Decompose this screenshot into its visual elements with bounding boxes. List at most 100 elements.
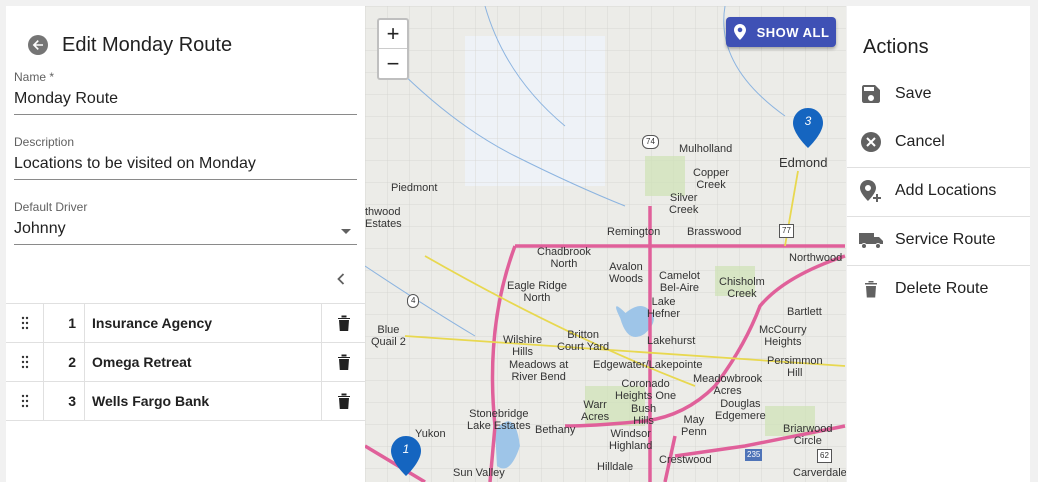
map-place-label: May Penn bbox=[681, 414, 707, 438]
show-all-button[interactable]: SHOW ALL bbox=[726, 17, 836, 47]
pin-label: 1 bbox=[402, 442, 410, 456]
map-place-label: Avalon Woods bbox=[609, 261, 644, 285]
map-place-label: Persimmon Hill bbox=[767, 355, 823, 379]
drag-handle-icon[interactable] bbox=[6, 382, 44, 420]
chevron-left-icon[interactable] bbox=[332, 270, 350, 288]
stop-number: 2 bbox=[44, 343, 85, 381]
route-pin[interactable]: 3 bbox=[793, 108, 823, 148]
zoom-out-button[interactable]: − bbox=[379, 49, 407, 78]
map-place-label: Lakehurst bbox=[647, 335, 696, 347]
map-place-label: Warr Acres bbox=[581, 399, 610, 423]
name-field[interactable]: Name * Monday Route bbox=[14, 70, 357, 115]
pin-label: 3 bbox=[804, 114, 812, 128]
dropdown-caret-icon[interactable] bbox=[341, 229, 351, 234]
actions-panel: Actions Save Cancel Add Locations Servic… bbox=[847, 6, 1030, 482]
map-place-label: Blue Quail 2 bbox=[371, 324, 406, 348]
route-map[interactable]: Piedmont thwood Estates Mulholland Copper… bbox=[365, 6, 846, 482]
delete-route-label: Delete Route bbox=[895, 280, 989, 297]
table-row[interactable]: 1 Insurance Agency bbox=[6, 304, 365, 343]
route-pin[interactable]: 1 bbox=[391, 436, 421, 476]
map-place-label: Crestwood bbox=[659, 454, 712, 466]
service-route-button[interactable]: Service Route bbox=[847, 216, 1030, 264]
default-driver-value[interactable]: Johnny bbox=[14, 220, 357, 244]
truck-icon bbox=[847, 231, 895, 249]
map-place-label: Douglas Edgemere bbox=[715, 398, 766, 422]
map-place-label: Chadbrook North bbox=[537, 246, 591, 270]
map-place-label: McCourry Heights bbox=[759, 324, 807, 348]
map-place-label: Meadowbrook Acres bbox=[693, 373, 763, 397]
table-row[interactable]: 2 Omega Retreat bbox=[6, 343, 365, 382]
map-place-label: Chisholm Creek bbox=[719, 276, 765, 300]
stop-name: Insurance Agency bbox=[85, 304, 322, 342]
map-place-label: Bartlett bbox=[787, 306, 822, 318]
highway-shield: 235 bbox=[745, 449, 763, 461]
map-place-label: Remington bbox=[607, 226, 661, 238]
zoom-control: + − bbox=[377, 18, 409, 80]
cancel-label: Cancel bbox=[895, 133, 945, 150]
trash-icon[interactable] bbox=[322, 382, 365, 420]
page-title: Edit Monday Route bbox=[62, 33, 233, 56]
stop-number: 3 bbox=[44, 382, 85, 420]
back-arrow-icon[interactable] bbox=[28, 35, 48, 55]
add-location-icon bbox=[847, 180, 895, 202]
map-place-label: Lake Hefner bbox=[647, 296, 681, 320]
map-place-label: Meadows at River Bend bbox=[509, 359, 569, 383]
save-icon bbox=[847, 85, 895, 103]
map-place-label: thwood Estates bbox=[365, 206, 402, 230]
map-place-label: Coronado Heights One bbox=[615, 378, 677, 402]
map-place-label: Northwood bbox=[789, 252, 843, 264]
route-stops-list: 1 Insurance Agency 2 Omega Retreat 3 Wel… bbox=[6, 303, 365, 421]
map-place-label: Stonebridge Lake Estates bbox=[467, 408, 531, 432]
delete-route-button[interactable]: Delete Route bbox=[847, 265, 1030, 313]
drag-handle-icon[interactable] bbox=[6, 343, 44, 381]
map-place-label: Briarwood Circle bbox=[783, 423, 833, 447]
route-editor-panel: Edit Monday Route Name * Monday Route De… bbox=[6, 6, 365, 482]
trash-icon[interactable] bbox=[322, 343, 365, 381]
save-button[interactable]: Save bbox=[847, 70, 1030, 118]
name-input[interactable]: Monday Route bbox=[14, 90, 357, 114]
stop-number: 1 bbox=[44, 304, 85, 342]
table-row[interactable]: 3 Wells Fargo Bank bbox=[6, 382, 365, 421]
highway-shield: 74 bbox=[642, 135, 659, 149]
cancel-button[interactable]: Cancel bbox=[847, 118, 1030, 166]
map-place-label: Brasswood bbox=[687, 226, 742, 238]
map-place-label: Wilshire Hills bbox=[503, 334, 543, 358]
description-input[interactable]: Locations to be visited on Monday bbox=[14, 155, 357, 179]
description-field[interactable]: Description Locations to be visited on M… bbox=[14, 135, 357, 180]
trash-icon bbox=[847, 280, 895, 298]
map-marker-icon bbox=[733, 24, 746, 40]
add-locations-label: Add Locations bbox=[895, 182, 997, 199]
name-label: Name * bbox=[14, 70, 55, 84]
zoom-in-button[interactable]: + bbox=[379, 20, 407, 49]
map-place-label: Edmond bbox=[779, 155, 828, 170]
map-place-label: Bush Hills bbox=[631, 403, 657, 427]
map-place-label: Eagle Ridge North bbox=[507, 280, 567, 304]
map-place-label: Camelot Bel-Aire bbox=[659, 270, 700, 294]
cancel-icon bbox=[847, 132, 895, 152]
trash-icon[interactable] bbox=[322, 304, 365, 342]
highway-shield: 77 bbox=[779, 224, 794, 238]
map-place-label: Piedmont bbox=[391, 182, 438, 194]
map-place-label: Windsor Highland bbox=[609, 428, 653, 452]
stop-name: Wells Fargo Bank bbox=[85, 382, 322, 420]
map-place-label: Hilldale bbox=[597, 461, 634, 473]
highway-shield: 62 bbox=[817, 449, 832, 463]
editor-header: Edit Monday Route bbox=[28, 32, 232, 58]
add-locations-button[interactable]: Add Locations bbox=[847, 167, 1030, 215]
actions-title: Actions bbox=[863, 36, 929, 58]
stop-name: Omega Retreat bbox=[85, 343, 322, 381]
map-place-label: Edgewater/Lakepointe bbox=[593, 359, 703, 371]
map-place-label: Mulholland bbox=[679, 143, 733, 155]
default-driver-label: Default Driver bbox=[14, 200, 88, 214]
show-all-label: SHOW ALL bbox=[756, 24, 830, 40]
map-place-label: Britton Court Yard bbox=[557, 329, 610, 353]
map-place-label: Carverdale bbox=[793, 467, 846, 479]
description-label: Description bbox=[14, 135, 75, 149]
service-route-label: Service Route bbox=[895, 231, 996, 248]
map-place-label: Bethany bbox=[535, 424, 576, 436]
map-place-label: Silver Creek bbox=[669, 192, 699, 216]
default-driver-select[interactable]: Default Driver Johnny bbox=[14, 200, 357, 245]
drag-handle-icon[interactable] bbox=[6, 304, 44, 342]
map-place-label: Sun Valley bbox=[453, 467, 505, 479]
map-place-label: Copper Creek bbox=[693, 167, 730, 191]
